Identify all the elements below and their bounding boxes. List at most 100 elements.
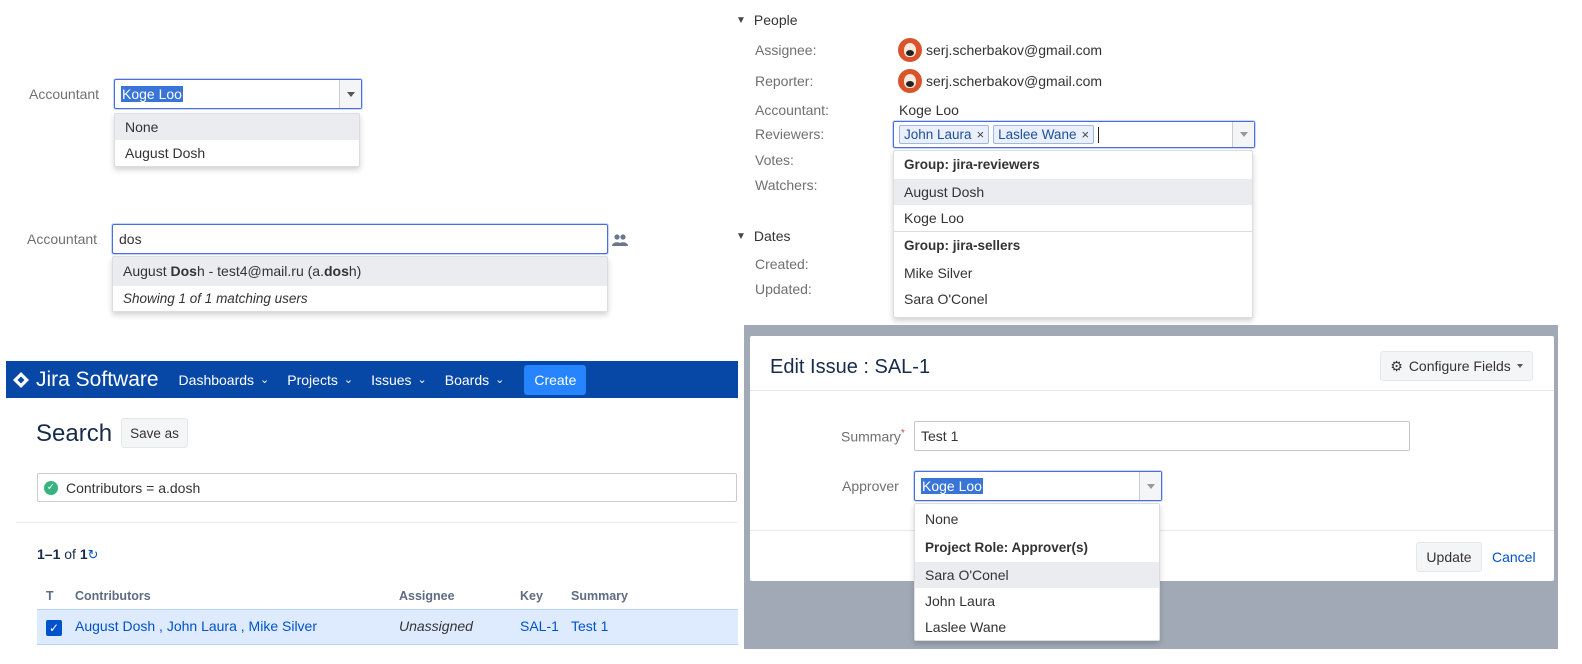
watchers-label: Watchers: xyxy=(755,177,818,193)
checkbox-checked-icon[interactable]: ✓ xyxy=(46,620,62,636)
accountant-field-value[interactable]: Koge Loo xyxy=(899,102,959,118)
chevron-down-icon: ⌄ xyxy=(343,374,354,386)
chevron-down-icon xyxy=(1146,483,1155,489)
accountant-dropdown-button[interactable] xyxy=(339,80,361,108)
matching-users-footer: Showing 1 of 1 matching users xyxy=(113,285,607,311)
jira-logo[interactable]: Jira Software xyxy=(12,368,159,392)
group-header: Group: jira-reviewers xyxy=(904,157,1040,172)
approver-select[interactable]: Koge Loo xyxy=(914,471,1162,501)
refresh-icon[interactable]: ↻ xyxy=(88,547,99,562)
divider xyxy=(16,522,737,523)
approver-dropdown-button[interactable] xyxy=(1139,472,1161,500)
row-contributors[interactable]: August Dosh , John Laura , Mike Silver xyxy=(75,618,317,634)
people-title: People xyxy=(753,12,798,28)
accountant-select-value[interactable]: Koge Loo xyxy=(121,86,183,102)
row-summary[interactable]: Test 1 xyxy=(571,618,608,634)
reviewer-chip[interactable]: John Laura × xyxy=(899,125,990,144)
assignee-value[interactable]: serj.scherbakov@gmail.com xyxy=(898,38,1102,62)
nav-dashboards[interactable]: Dashboards ⌄ xyxy=(179,372,270,388)
option-john-laura[interactable]: John Laura xyxy=(915,588,1159,614)
accountant-search-label: Accountant xyxy=(27,231,98,247)
dialog-title: Edit Issue : SAL-1 xyxy=(770,356,931,378)
chevron-down-icon: ⌄ xyxy=(260,374,270,386)
reviewers-multiselect[interactable]: John Laura × Laslee Wane × xyxy=(893,121,1255,148)
required-mark: * xyxy=(900,428,905,439)
remove-icon[interactable]: × xyxy=(977,126,985,143)
option-laslee-wane[interactable]: Laslee Wane xyxy=(915,614,1159,640)
gear-icon: ⚙ xyxy=(1390,357,1403,374)
reviewers-label: Reviewers: xyxy=(755,126,825,142)
accountant-search-value[interactable]: dos xyxy=(119,231,142,247)
reviewer-chip[interactable]: Laslee Wane × xyxy=(993,125,1095,144)
nav-issues[interactable]: Issues ⌄ xyxy=(371,372,427,388)
group-header: Project Role: Approver(s) xyxy=(925,540,1089,555)
row-key[interactable]: SAL-1 xyxy=(520,618,559,634)
nav-projects[interactable]: Projects ⌄ xyxy=(287,372,353,388)
configure-fields-button[interactable]: ⚙ Configure Fields xyxy=(1380,351,1533,381)
accountant-options-list: None August Dosh xyxy=(114,113,360,167)
option-mike-silver[interactable]: Mike Silver xyxy=(894,260,1252,286)
dates-section-header[interactable]: ▼ Dates xyxy=(736,228,790,244)
remove-icon[interactable]: × xyxy=(1081,126,1089,143)
option-none[interactable]: None xyxy=(115,114,359,140)
users-picker-icon[interactable] xyxy=(612,233,628,247)
chevron-down-icon: ⌄ xyxy=(495,374,505,386)
approver-select-value[interactable]: Koge Loo xyxy=(921,478,983,494)
nav-boards[interactable]: Boards ⌄ xyxy=(445,372,505,388)
jira-diamond-icon xyxy=(13,371,29,388)
accountant-label: Accountant xyxy=(29,86,100,102)
create-button[interactable]: Create xyxy=(524,364,587,395)
updated-label: Updated: xyxy=(755,281,812,297)
summary-value[interactable]: Test 1 xyxy=(921,428,958,444)
dates-title: Dates xyxy=(753,228,791,244)
table-row[interactable]: ✓ August Dosh , John Laura , Mike Silver… xyxy=(37,609,738,645)
update-button[interactable]: Update xyxy=(1416,542,1482,572)
reviewers-dropdown-button[interactable] xyxy=(1232,122,1254,147)
column-header-key[interactable]: Key xyxy=(520,589,543,603)
summary-label: Summary* xyxy=(841,428,905,445)
search-page-title: Search xyxy=(36,420,113,447)
summary-input[interactable]: Test 1 xyxy=(914,421,1410,451)
text-caret xyxy=(1098,126,1100,143)
user-suggestions-list: August Dosh - test4@mail.ru (a.dosh) Sho… xyxy=(112,256,608,312)
approver-options-list: None Project Role: Approver(s) Sara O'Co… xyxy=(914,503,1160,641)
approver-label: Approver xyxy=(842,478,899,494)
people-section-header[interactable]: ▼ People xyxy=(736,12,798,28)
reviewers-options-list: Group: jira-reviewers August Dosh Koge L… xyxy=(893,150,1253,318)
save-as-button[interactable]: Save as xyxy=(121,418,188,448)
chevron-down-icon: ▼ xyxy=(736,230,746,242)
column-header-assignee[interactable]: Assignee xyxy=(399,589,455,603)
row-assignee: Unassigned xyxy=(399,618,473,634)
jql-query-input[interactable]: ✓ Contributors = a.dosh xyxy=(37,473,737,502)
option-sara-oconel[interactable]: Sara O'Conel xyxy=(894,286,1252,312)
option-august-dosh[interactable]: August Dosh xyxy=(115,140,359,166)
header-divider xyxy=(750,390,1554,391)
reporter-label: Reporter: xyxy=(755,73,814,89)
option-none[interactable]: None xyxy=(915,504,1159,534)
column-header-summary[interactable]: Summary xyxy=(571,589,628,603)
results-count: 1–1 of 1↻ xyxy=(37,546,99,562)
accountant-field-label: Accountant: xyxy=(755,102,829,118)
chevron-down-icon xyxy=(1516,364,1523,368)
cancel-link[interactable]: Cancel xyxy=(1492,549,1536,565)
suggestion-august-dosh[interactable]: August Dosh - test4@mail.ru (a.dosh) xyxy=(113,257,607,285)
avatar xyxy=(898,69,922,93)
chevron-down-icon xyxy=(1239,132,1248,137)
option-august-dosh[interactable]: August Dosh xyxy=(894,179,1252,205)
chevron-down-icon: ⌄ xyxy=(417,374,427,386)
column-header-type[interactable]: T xyxy=(46,589,54,603)
option-sara-oconel[interactable]: Sara O'Conel xyxy=(915,562,1159,588)
created-label: Created: xyxy=(755,256,809,272)
group-header: Group: jira-sellers xyxy=(904,238,1021,253)
jira-top-nav: Jira Software Dashboards ⌄ Projects ⌄ Issu… xyxy=(6,361,738,398)
chevron-down-icon xyxy=(346,91,355,97)
column-header-contributors[interactable]: Contributors xyxy=(75,589,151,603)
query-text[interactable]: Contributors = a.dosh xyxy=(66,480,200,496)
option-koge-loo[interactable]: Koge Loo xyxy=(894,205,1252,231)
reporter-value[interactable]: serj.scherbakov@gmail.com xyxy=(898,69,1102,93)
accountant-search-input[interactable]: dos xyxy=(112,224,608,254)
avatar xyxy=(898,38,922,62)
check-circle-icon: ✓ xyxy=(44,480,58,495)
accountant-select[interactable]: Koge Loo xyxy=(114,79,362,109)
assignee-label: Assignee: xyxy=(755,42,817,58)
